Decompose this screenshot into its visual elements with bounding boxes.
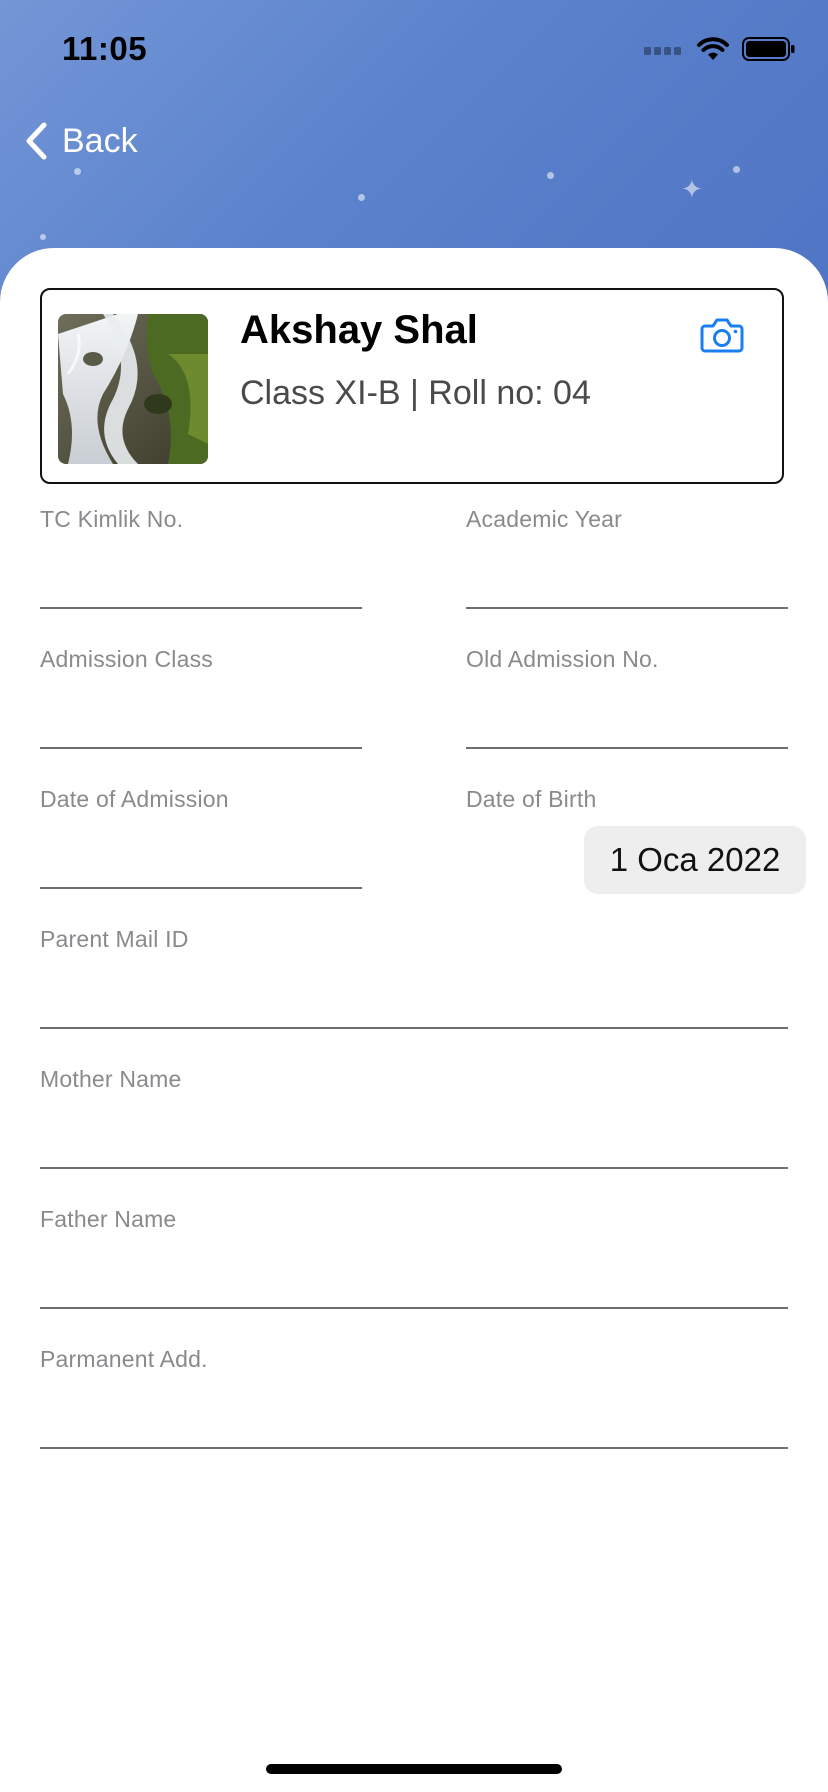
father-name-label: Father Name	[40, 1206, 177, 1232]
home-indicator[interactable]	[266, 1764, 562, 1774]
student-name: Akshay Shal	[240, 308, 478, 352]
date-of-birth-label: Date of Birth	[466, 786, 597, 812]
back-label: Back	[62, 121, 138, 160]
mother-name-input[interactable]	[40, 1167, 788, 1169]
chevron-left-icon	[26, 122, 47, 160]
father-name-input[interactable]	[40, 1307, 788, 1309]
admission-class-input[interactable]	[40, 747, 362, 749]
star-decoration	[547, 172, 554, 179]
admission-class-label: Admission Class	[40, 646, 213, 672]
date-of-birth-picker[interactable]: 1 Oca 2022	[584, 826, 806, 894]
parent-mail-input[interactable]	[40, 1027, 788, 1029]
date-of-admission-input[interactable]	[40, 887, 362, 889]
camera-icon[interactable]	[700, 316, 744, 354]
star-decoration	[40, 234, 46, 240]
tc-kimlik-label: TC Kimlik No.	[40, 506, 184, 532]
permanent-address-input[interactable]	[40, 1447, 788, 1449]
star-decoration	[358, 194, 365, 201]
back-button[interactable]: Back	[24, 118, 138, 164]
battery-icon	[742, 37, 795, 61]
status-icons	[644, 34, 796, 64]
profile-card: Akshay Shal Class XI-B | Roll no: 04	[40, 288, 784, 484]
wifi-icon	[697, 37, 729, 60]
status-time: 11:05	[62, 30, 148, 67]
permanent-address-label: Parmanent Add.	[40, 1346, 208, 1372]
avatar-photo	[58, 314, 208, 464]
avatar[interactable]	[58, 314, 208, 464]
star-decoration	[74, 168, 81, 175]
cellular-signal-icon	[644, 47, 681, 55]
academic-year-label: Academic Year	[466, 506, 623, 532]
star-decoration	[733, 166, 740, 173]
sparkle-decoration: ✦	[681, 174, 703, 204]
academic-year-input[interactable]	[466, 607, 788, 609]
mother-name-label: Mother Name	[40, 1066, 182, 1092]
old-admission-no-label: Old Admission No.	[466, 646, 659, 672]
old-admission-no-input[interactable]	[466, 747, 788, 749]
tc-kimlik-input[interactable]	[40, 607, 362, 609]
student-class-roll: Class XI-B | Roll no: 04	[240, 374, 591, 412]
date-of-admission-label: Date of Admission	[40, 786, 229, 812]
parent-mail-label: Parent Mail ID	[40, 926, 189, 952]
